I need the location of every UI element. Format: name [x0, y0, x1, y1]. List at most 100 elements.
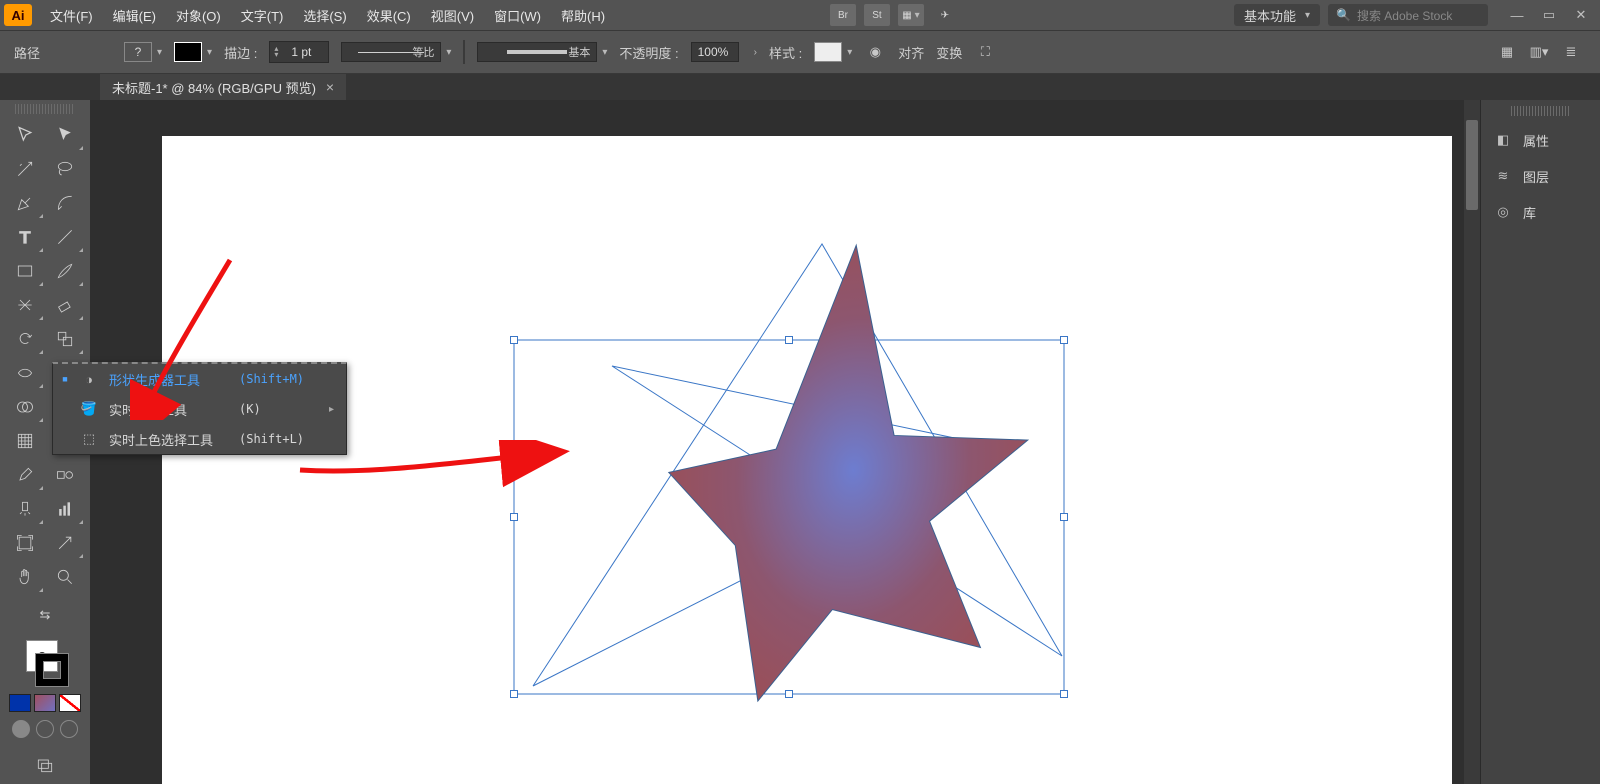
color-chip-none[interactable] — [59, 694, 81, 712]
gpu-rocket-icon[interactable]: ✈ — [932, 4, 958, 26]
shape-builder-tool[interactable] — [5, 390, 45, 424]
window-minimize[interactable]: — — [1508, 6, 1526, 24]
panel-libraries[interactable]: ◎ 库 — [1481, 194, 1600, 230]
menu-icon[interactable]: ≣ — [1560, 41, 1582, 63]
isolate-icon[interactable]: ⛶ — [974, 41, 996, 63]
shape-builder-icon: ◑ — [79, 372, 99, 387]
selection-handle[interactable] — [510, 690, 518, 698]
draw-inside-mode[interactable] — [60, 720, 78, 738]
panel-toggle-icon[interactable]: ▥▾ — [1528, 41, 1550, 63]
stock-button[interactable]: St — [864, 4, 890, 26]
cube-icon: ◧ — [1493, 130, 1513, 150]
menu-effect[interactable]: 效果(C) — [357, 0, 421, 30]
stroke-profile-combo[interactable]: 基本▾ — [477, 42, 607, 62]
color-chip-gradient[interactable] — [34, 694, 56, 712]
eraser-tool[interactable] — [45, 288, 85, 322]
menu-window[interactable]: 窗口(W) — [484, 0, 551, 30]
draw-behind-mode[interactable] — [36, 720, 54, 738]
stroke-box[interactable] — [36, 654, 68, 686]
line-tool[interactable] — [45, 220, 85, 254]
draw-normal-mode[interactable] — [12, 720, 30, 738]
column-graph-tool[interactable] — [45, 492, 85, 526]
menu-type[interactable]: 文字(T) — [231, 0, 294, 30]
transform-label[interactable]: 变换 — [936, 43, 962, 62]
canvas-content — [162, 136, 1452, 784]
hand-tool[interactable] — [5, 560, 45, 594]
star-shape[interactable] — [639, 224, 1051, 733]
blend-tool[interactable] — [45, 458, 85, 492]
selection-handle[interactable] — [510, 513, 518, 521]
arrange-docs-button[interactable]: ▦ ▾ — [898, 4, 924, 26]
toggle-fill-stroke[interactable]: ⇆ — [25, 598, 65, 632]
panel-layers[interactable]: ≋ 图层 — [1481, 158, 1600, 194]
window-close[interactable]: ✕ — [1572, 6, 1590, 24]
selection-handle[interactable] — [785, 336, 793, 344]
menu-edit[interactable]: 编辑(E) — [103, 0, 166, 30]
opacity-label: 不透明度 : — [619, 43, 678, 62]
rectangle-tool[interactable] — [5, 254, 45, 288]
shape-builder-flyout: ■ ◑ 形状生成器工具 (Shift+M) 🪣 实时上色工具 (K) ▸ ⬚ 实… — [52, 362, 347, 455]
document-tab[interactable]: 未标题-1* @ 84% (RGB/GPU 预览) × — [100, 74, 346, 100]
symbol-sprayer-tool[interactable] — [5, 492, 45, 526]
grid-toggle-icon[interactable]: ▦ — [1496, 41, 1518, 63]
scrollbar-thumb[interactable] — [1466, 120, 1478, 210]
color-chip-solid[interactable] — [9, 694, 31, 712]
mesh-tool[interactable] — [5, 424, 45, 458]
window-maximize[interactable]: ▭ — [1540, 6, 1558, 24]
magic-wand-tool[interactable] — [5, 152, 45, 186]
direct-selection-tool[interactable] — [45, 118, 85, 152]
close-tab-icon[interactable]: × — [326, 79, 334, 95]
scale-tool[interactable] — [45, 322, 85, 356]
lasso-tool[interactable] — [45, 152, 85, 186]
pen-tool[interactable] — [5, 186, 45, 220]
menu-file[interactable]: 文件(F) — [40, 0, 103, 30]
slice-tool[interactable] — [45, 526, 85, 560]
flyout-live-paint-bucket[interactable]: 🪣 实时上色工具 (K) ▸ — [53, 394, 346, 424]
zoom-tool[interactable] — [45, 560, 85, 594]
bridge-button[interactable]: Br — [830, 4, 856, 26]
menu-object[interactable]: 对象(O) — [166, 0, 231, 30]
selection-handle[interactable] — [785, 690, 793, 698]
screen-mode-tool[interactable] — [25, 748, 65, 782]
menu-help[interactable]: 帮助(H) — [551, 0, 615, 30]
stroke-label: 描边 : — [224, 43, 257, 62]
align-label[interactable]: 对齐 — [898, 43, 924, 62]
stroke-weight-stepper[interactable]: ▴▾ — [269, 41, 329, 63]
workspace-switcher[interactable]: 基本功能 ▾ — [1234, 4, 1320, 26]
shaper-tool[interactable] — [5, 288, 45, 322]
opacity-flyout[interactable]: › — [754, 47, 757, 58]
menu-view[interactable]: 视图(V) — [421, 0, 484, 30]
flyout-shortcut: (K) — [239, 402, 319, 416]
panel-properties[interactable]: ◧ 属性 — [1481, 122, 1600, 158]
vertical-scrollbar[interactable] — [1464, 100, 1480, 784]
panel-grip[interactable] — [1511, 106, 1571, 116]
selection-tool[interactable] — [5, 118, 45, 152]
width-tool[interactable] — [5, 356, 45, 390]
rotate-tool[interactable] — [5, 322, 45, 356]
selection-handle[interactable] — [510, 336, 518, 344]
stroke-swatch[interactable]: ▾ — [174, 42, 212, 62]
eyedropper-tool[interactable] — [5, 458, 45, 492]
stroke-weight-input[interactable] — [278, 45, 324, 59]
flyout-shape-builder[interactable]: ■ ◑ 形状生成器工具 (Shift+M) — [53, 364, 346, 394]
stock-search[interactable]: 🔍 搜索 Adobe Stock — [1328, 4, 1488, 26]
selection-handle[interactable] — [1060, 336, 1068, 344]
flyout-label: 实时上色选择工具 — [109, 430, 229, 449]
selection-handle[interactable] — [1060, 690, 1068, 698]
flyout-live-paint-selection[interactable]: ⬚ 实时上色选择工具 (Shift+L) — [53, 424, 346, 454]
curvature-tool[interactable] — [45, 186, 85, 220]
fill-stroke-indicator[interactable]: ? — [22, 640, 68, 686]
panel-grip[interactable] — [15, 104, 75, 114]
type-tool[interactable] — [5, 220, 45, 254]
menu-select[interactable]: 选择(S) — [293, 0, 356, 30]
fill-swatch[interactable]: ?▾ — [124, 42, 162, 62]
flyout-shortcut: (Shift+M) — [239, 372, 319, 386]
selection-handle[interactable] — [1060, 513, 1068, 521]
opacity-input[interactable] — [691, 42, 739, 62]
recolor-icon[interactable]: ◉ — [864, 41, 886, 63]
artboard-tool[interactable] — [5, 526, 45, 560]
paintbrush-tool[interactable] — [45, 254, 85, 288]
menu-bar: Ai 文件(F) 编辑(E) 对象(O) 文字(T) 选择(S) 效果(C) 视… — [0, 0, 1600, 30]
style-swatch-combo[interactable]: ▾ — [814, 42, 852, 62]
stroke-dash-combo[interactable]: 等比▾ — [341, 42, 451, 62]
